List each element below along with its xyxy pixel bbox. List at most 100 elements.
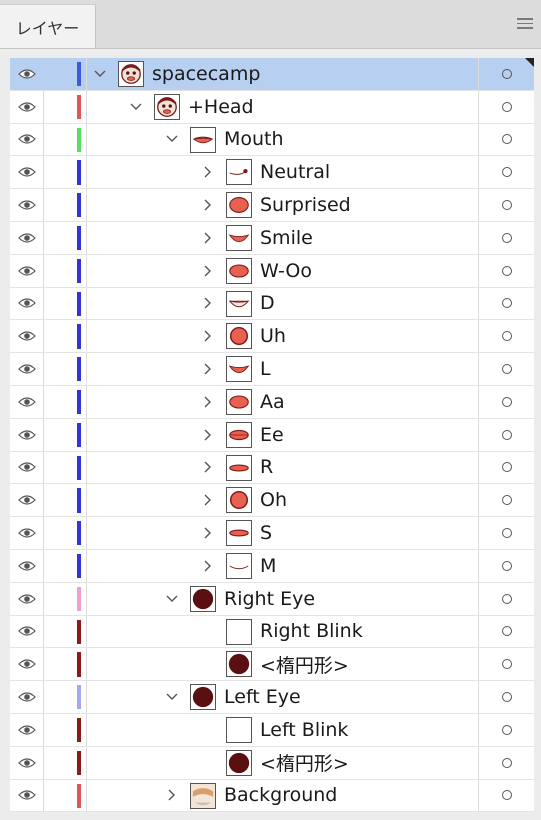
layer-name[interactable]: <楕円形> bbox=[260, 648, 349, 680]
layer-row[interactable]: <楕円形> bbox=[10, 746, 534, 780]
visibility-eye-icon[interactable] bbox=[10, 385, 44, 418]
target-cell[interactable] bbox=[478, 353, 534, 385]
visibility-eye-icon[interactable] bbox=[10, 681, 44, 713]
layer-row[interactable]: spacecamp bbox=[10, 58, 534, 91]
target-cell[interactable] bbox=[478, 385, 534, 418]
layer-name[interactable]: D bbox=[260, 288, 275, 320]
layer-row[interactable]: Background bbox=[10, 779, 534, 813]
target-circle-icon[interactable] bbox=[501, 626, 512, 637]
layer-row[interactable]: R bbox=[10, 451, 534, 485]
layer-row[interactable]: Uh bbox=[10, 320, 534, 354]
chevron-right-icon[interactable] bbox=[200, 288, 216, 320]
chevron-right-icon[interactable] bbox=[200, 320, 216, 352]
layer-row[interactable]: Right Eye bbox=[10, 582, 534, 616]
layer-row[interactable]: Left Blink bbox=[10, 713, 534, 747]
layer-row[interactable]: W-Oo bbox=[10, 254, 534, 288]
layer-row[interactable]: M bbox=[10, 549, 534, 583]
chevron-right-icon[interactable] bbox=[200, 353, 216, 385]
target-circle-icon[interactable] bbox=[501, 232, 512, 243]
layer-row[interactable]: Smile bbox=[10, 221, 534, 255]
visibility-eye-icon[interactable] bbox=[10, 353, 44, 385]
visibility-eye-icon[interactable] bbox=[10, 517, 44, 549]
layer-row[interactable]: Neutral bbox=[10, 156, 534, 190]
layer-name[interactable]: W-Oo bbox=[260, 255, 312, 287]
chevron-down-icon[interactable] bbox=[92, 58, 108, 90]
layer-name[interactable]: R bbox=[260, 452, 273, 484]
chevron-right-icon[interactable] bbox=[200, 484, 216, 516]
layer-name[interactable]: Left Eye bbox=[224, 681, 301, 713]
visibility-eye-icon[interactable] bbox=[10, 287, 44, 320]
chevron-right-icon[interactable] bbox=[164, 780, 180, 812]
target-circle-icon[interactable] bbox=[501, 659, 512, 670]
chevron-right-icon[interactable] bbox=[200, 419, 216, 451]
target-circle-icon[interactable] bbox=[501, 462, 512, 473]
layer-row[interactable]: S bbox=[10, 517, 534, 550]
target-cell[interactable] bbox=[478, 713, 534, 746]
chevron-down-icon[interactable] bbox=[164, 681, 180, 713]
layer-name[interactable]: M bbox=[260, 550, 276, 582]
layer-row[interactable]: Right Blink bbox=[10, 615, 534, 649]
layer-row[interactable]: <楕円形> bbox=[10, 648, 534, 682]
chevron-down-icon[interactable] bbox=[164, 124, 180, 156]
target-cell[interactable] bbox=[478, 615, 534, 648]
target-circle-icon[interactable] bbox=[501, 200, 512, 211]
visibility-eye-icon[interactable] bbox=[10, 615, 44, 648]
chevron-right-icon[interactable] bbox=[200, 156, 216, 188]
target-circle-icon[interactable] bbox=[501, 692, 512, 703]
layer-name[interactable]: +Head bbox=[188, 91, 254, 123]
layer-row[interactable]: L bbox=[10, 353, 534, 386]
target-cell[interactable] bbox=[478, 549, 534, 582]
visibility-eye-icon[interactable] bbox=[10, 123, 44, 156]
target-cell[interactable] bbox=[478, 189, 534, 221]
target-circle-icon[interactable] bbox=[501, 265, 512, 276]
visibility-eye-icon[interactable] bbox=[10, 648, 44, 681]
target-cell[interactable] bbox=[478, 582, 534, 615]
target-circle-icon[interactable] bbox=[501, 167, 512, 178]
target-circle-icon[interactable] bbox=[501, 528, 512, 539]
layer-name[interactable]: L bbox=[260, 353, 271, 385]
chevron-right-icon[interactable] bbox=[200, 255, 216, 287]
layer-row[interactable]: +Head bbox=[10, 90, 534, 124]
chevron-right-icon[interactable] bbox=[200, 189, 216, 221]
chevron-right-icon[interactable] bbox=[200, 386, 216, 418]
chevron-down-icon[interactable] bbox=[128, 91, 144, 123]
layer-name[interactable]: Right Blink bbox=[260, 616, 363, 648]
visibility-eye-icon[interactable] bbox=[10, 320, 44, 353]
layer-name[interactable]: S bbox=[260, 517, 272, 549]
layer-row[interactable]: Left Eye bbox=[10, 681, 534, 714]
layer-name[interactable]: Smile bbox=[260, 222, 313, 254]
target-circle-icon[interactable] bbox=[501, 560, 512, 571]
layer-name[interactable]: Oh bbox=[260, 484, 287, 516]
visibility-eye-icon[interactable] bbox=[10, 221, 44, 254]
target-circle-icon[interactable] bbox=[501, 757, 512, 768]
target-cell[interactable] bbox=[478, 287, 534, 320]
visibility-eye-icon[interactable] bbox=[10, 418, 44, 451]
target-cell[interactable] bbox=[478, 681, 534, 713]
target-circle-icon[interactable] bbox=[501, 429, 512, 440]
visibility-eye-icon[interactable] bbox=[10, 582, 44, 615]
visibility-eye-icon[interactable] bbox=[10, 746, 44, 779]
target-circle-icon[interactable] bbox=[501, 724, 512, 735]
layer-name[interactable]: <楕円形> bbox=[260, 747, 349, 779]
target-circle-icon[interactable] bbox=[501, 495, 512, 506]
visibility-eye-icon[interactable] bbox=[10, 189, 44, 221]
target-cell[interactable] bbox=[478, 90, 534, 123]
visibility-eye-icon[interactable] bbox=[10, 254, 44, 287]
layer-name[interactable]: Left Blink bbox=[260, 714, 348, 746]
layer-name[interactable]: Uh bbox=[260, 320, 286, 352]
chevron-right-icon[interactable] bbox=[200, 222, 216, 254]
layer-name[interactable]: Background bbox=[224, 780, 337, 812]
target-circle-icon[interactable] bbox=[501, 790, 512, 801]
layer-name[interactable]: Ee bbox=[260, 419, 284, 451]
layer-row[interactable]: Surprised bbox=[10, 189, 534, 222]
chevron-down-icon[interactable] bbox=[164, 583, 180, 615]
layer-name[interactable]: Aa bbox=[260, 386, 285, 418]
target-cell[interactable] bbox=[478, 779, 534, 812]
layer-row[interactable]: Mouth bbox=[10, 123, 534, 157]
layer-row[interactable]: Aa bbox=[10, 385, 534, 419]
layer-name[interactable]: Right Eye bbox=[224, 583, 315, 615]
visibility-eye-icon[interactable] bbox=[10, 713, 44, 746]
layer-row[interactable]: Oh bbox=[10, 484, 534, 518]
target-circle-icon[interactable] bbox=[501, 593, 512, 604]
target-circle-icon[interactable] bbox=[501, 101, 512, 112]
